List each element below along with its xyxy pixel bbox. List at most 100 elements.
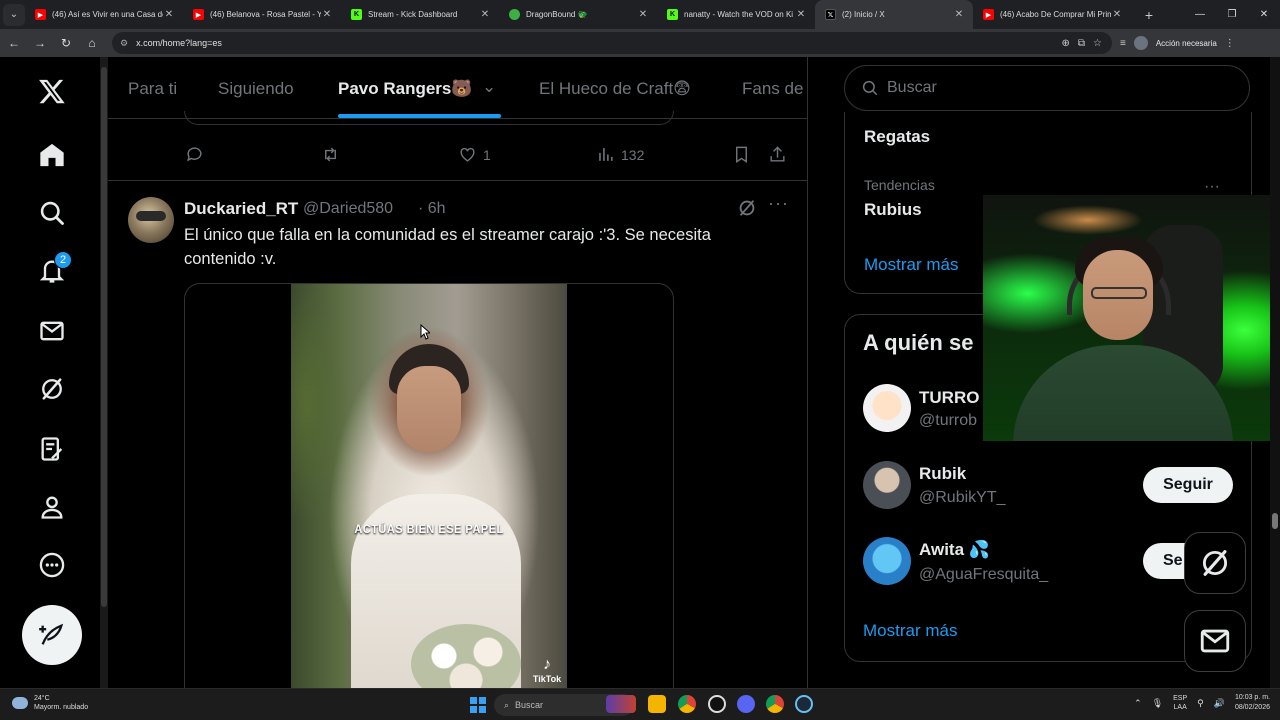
- close-tab-icon[interactable]: ✕: [795, 9, 807, 20]
- network-icon[interactable]: ⚲: [1197, 698, 1204, 709]
- browser-tab[interactable]: ▶ (46) Así es Vivir en una Casa de ✕: [25, 0, 183, 29]
- post-author-handle[interactable]: @Daried580: [303, 200, 393, 218]
- chevron-down-icon[interactable]: ⌄: [482, 77, 496, 97]
- avatar[interactable]: [863, 384, 911, 432]
- browser-tab[interactable]: K Stream - Kick Dashboard ✕: [341, 0, 499, 29]
- tray-expand-icon[interactable]: ⌃: [1134, 698, 1142, 709]
- close-tab-icon[interactable]: ✕: [321, 9, 333, 20]
- views-button[interactable]: 132: [596, 145, 644, 164]
- tab-para-ti[interactable]: Para ti: [128, 79, 177, 99]
- repost-button[interactable]: [321, 145, 340, 164]
- mail-icon[interactable]: [36, 315, 68, 347]
- grok-icon[interactable]: [736, 197, 758, 219]
- home-icon[interactable]: [36, 139, 68, 171]
- trends-show-more-link[interactable]: Mostrar más: [864, 255, 958, 275]
- x-logo-icon[interactable]: [36, 75, 68, 107]
- grok-icon: [1202, 550, 1228, 576]
- site-info-icon[interactable]: ⚙: [120, 38, 128, 49]
- profile-icon[interactable]: [36, 491, 68, 523]
- browser-menu-icon[interactable]: ⋮: [1225, 38, 1235, 49]
- windows-start-icon[interactable]: [470, 697, 486, 713]
- browser-tab[interactable]: ▶ (46) Acabo De Comprar Mi Prim ✕: [973, 0, 1131, 29]
- home-browser-icon[interactable]: ⌂: [80, 31, 104, 55]
- steam-icon[interactable]: [795, 695, 813, 713]
- suggested-account-name[interactable]: TURRO: [919, 388, 979, 408]
- post-video[interactable]: ACTÚAS BIEN ESE PAPEL ♪ TikTok: [184, 283, 674, 688]
- suggested-account-name[interactable]: Awita 💦: [919, 540, 990, 560]
- browser-tab-active[interactable]: 𝕏 (2) Inicio / X ✕: [815, 0, 973, 29]
- search-icon[interactable]: [36, 197, 68, 229]
- maximize-icon[interactable]: ❐: [1216, 0, 1248, 29]
- address-bar[interactable]: ⚙ x.com/home?lang=es ⊕ ⧉ ☆: [112, 32, 1112, 54]
- post-author-name[interactable]: Duckaried_RT: [184, 199, 298, 219]
- avatar[interactable]: [863, 537, 911, 585]
- close-window-icon[interactable]: ✕: [1248, 0, 1280, 29]
- suggested-account-name[interactable]: Rubik: [919, 464, 966, 484]
- browser-tab[interactable]: DragonBound 🐲 ✕: [499, 0, 657, 29]
- who-to-follow-show-more-link[interactable]: Mostrar más: [863, 621, 957, 641]
- tab-el-hueco-de-craft[interactable]: El Hueco de Craft😨: [539, 79, 691, 99]
- chrome-icon[interactable]: [678, 695, 696, 713]
- minimize-icon[interactable]: —: [1184, 0, 1216, 29]
- messages-floating-button[interactable]: [1184, 610, 1246, 672]
- suggested-account-handle[interactable]: @RubikYT_: [919, 489, 1006, 507]
- post[interactable]: Duckaried_RT @Daried580 · 6h ··· El únic…: [108, 181, 807, 688]
- back-icon[interactable]: ←: [2, 31, 26, 55]
- file-explorer-icon[interactable]: [648, 695, 666, 713]
- bookmark-star-icon[interactable]: ☆: [1093, 38, 1102, 49]
- close-tab-icon[interactable]: ✕: [1111, 9, 1123, 20]
- tab-siguiendo[interactable]: Siguiendo: [218, 79, 294, 99]
- profile-avatar[interactable]: [1133, 36, 1148, 50]
- grok-floating-button[interactable]: [1184, 532, 1246, 594]
- new-tab-button[interactable]: +: [1137, 7, 1161, 23]
- bookmark-button[interactable]: [732, 145, 751, 164]
- page-scrollbar[interactable]: [1270, 57, 1280, 688]
- zoom-icon[interactable]: ⊕: [1062, 38, 1070, 49]
- browser-tab[interactable]: ▶ (46) Belanova - Rosa Pastel - Yo ✕: [183, 0, 341, 29]
- grok-icon[interactable]: [36, 373, 68, 405]
- lists-icon[interactable]: [36, 433, 68, 465]
- avatar[interactable]: [863, 461, 911, 509]
- more-options-icon[interactable]: ···: [1204, 178, 1220, 196]
- post-button[interactable]: [22, 605, 82, 665]
- trend-item-regatas[interactable]: Regatas: [864, 127, 930, 147]
- browser-tab[interactable]: K nanatty - Watch the VOD on Ki ✕: [657, 0, 815, 29]
- weather-widget[interactable]: 24°C Mayorm. nublado: [12, 694, 88, 712]
- video-frame[interactable]: ACTÚAS BIEN ESE PAPEL ♪ TikTok: [291, 284, 567, 688]
- chrome-icon[interactable]: [766, 695, 784, 713]
- suggested-account-handle[interactable]: @AguaFresquita_: [919, 566, 1048, 584]
- close-tab-icon[interactable]: ✕: [163, 9, 175, 20]
- more-options-icon[interactable]: ···: [768, 193, 789, 214]
- post-time[interactable]: · 6h: [418, 200, 446, 218]
- reload-icon[interactable]: ↻: [54, 31, 78, 55]
- close-tab-icon[interactable]: ✕: [479, 9, 491, 20]
- follow-button[interactable]: Seguir: [1143, 467, 1233, 503]
- trend-item-rubius[interactable]: Rubius: [864, 200, 922, 220]
- share-button[interactable]: [768, 145, 787, 164]
- tab-fans-de[interactable]: Fans de: [742, 79, 803, 99]
- obs-icon[interactable]: [708, 695, 726, 713]
- clock[interactable]: 10:03 p. m. 08/02/2026: [1235, 693, 1270, 713]
- forward-icon[interactable]: →: [28, 31, 52, 55]
- tab-search-chevron-icon[interactable]: ⌄: [3, 3, 25, 26]
- microphone-icon[interactable]: 🎙: [1152, 698, 1163, 709]
- reply-button[interactable]: [185, 145, 204, 164]
- suggested-account-handle[interactable]: @turrob: [919, 412, 977, 430]
- install-app-icon[interactable]: ⧉: [1078, 38, 1085, 49]
- nav-scrollbar[interactable]: [100, 57, 108, 688]
- avatar[interactable]: [128, 197, 174, 243]
- close-tab-icon[interactable]: ✕: [637, 9, 649, 20]
- language-indicator[interactable]: ESP LAA: [1173, 694, 1187, 712]
- more-icon[interactable]: [36, 549, 68, 581]
- tab-groups-icon[interactable]: ≡: [1120, 38, 1126, 49]
- kick-icon: K: [351, 9, 362, 20]
- discord-icon[interactable]: [737, 695, 755, 713]
- game-app-icon[interactable]: [606, 695, 636, 713]
- search-input[interactable]: Buscar: [844, 65, 1250, 111]
- action-required-button[interactable]: Acción necesaria: [1156, 39, 1217, 48]
- volume-icon[interactable]: 🔊: [1214, 698, 1225, 709]
- tab-pavo-rangers[interactable]: Pavo Rangers🐻: [338, 79, 473, 99]
- like-button[interactable]: 1: [458, 145, 491, 164]
- close-tab-icon[interactable]: ✕: [953, 9, 965, 20]
- video-caption: ACTÚAS BIEN ESE PAPEL: [354, 522, 504, 536]
